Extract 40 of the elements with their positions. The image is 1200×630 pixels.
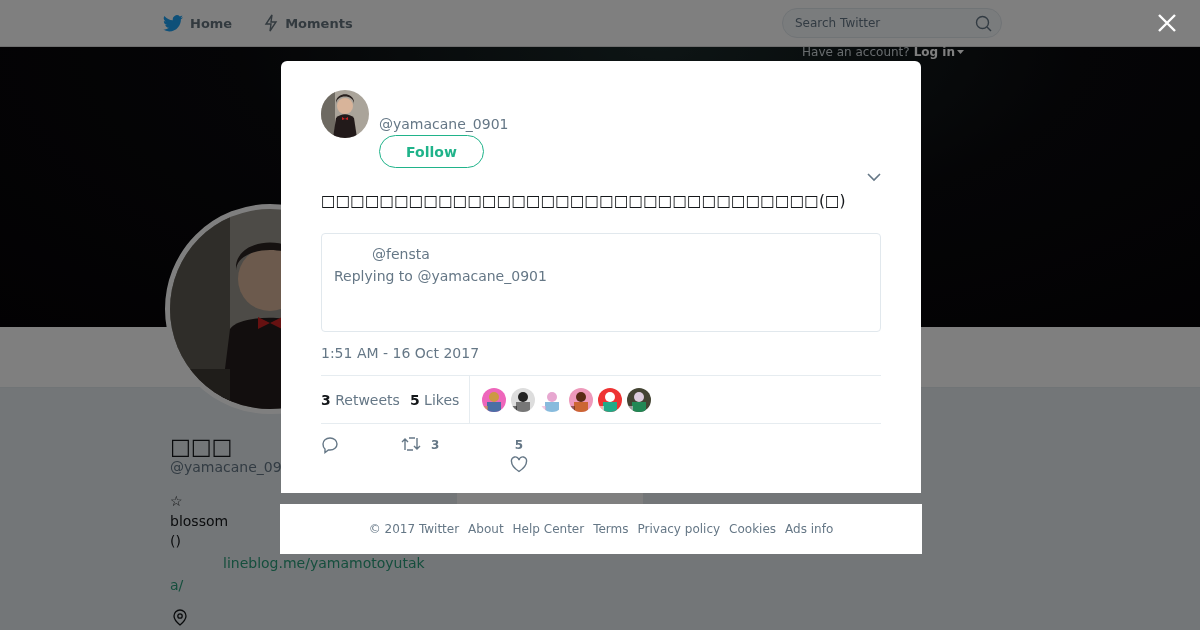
caret-icon[interactable] bbox=[957, 50, 964, 54]
bio-line: blossom bbox=[170, 512, 229, 531]
reply-icon[interactable] bbox=[321, 436, 339, 454]
footer-link[interactable]: Terms bbox=[593, 522, 629, 536]
tweet-text: □□□□□□□□□□□□□□□□□□□□□□□□□□□□□□□□□□(□) bbox=[321, 191, 847, 212]
bio-line: ☆ bbox=[170, 492, 183, 511]
footer-link[interactable]: About bbox=[468, 522, 504, 536]
nav-link[interactable]: Home bbox=[163, 14, 233, 32]
footer-link[interactable]: © 2017 Twitter bbox=[368, 522, 460, 536]
profile-name: □□□ bbox=[170, 434, 233, 459]
footer-link[interactable]: Privacy policy bbox=[637, 522, 721, 536]
footer-link[interactable]: Help Center bbox=[512, 522, 585, 536]
user-handle[interactable]: @yamacane_0901 bbox=[379, 116, 509, 132]
lightning-icon bbox=[264, 14, 279, 32]
nav-link[interactable]: Moments bbox=[264, 14, 353, 32]
stat-link[interactable]: 5 Likes bbox=[409, 391, 460, 408]
footer-link[interactable]: Ads info bbox=[785, 522, 834, 536]
action-count: 5 bbox=[514, 438, 524, 452]
profile-handle: @yamacane_09 bbox=[170, 459, 282, 475]
reply-context: Replying to @yamacane_0901 bbox=[334, 268, 548, 284]
quoted-handle: @fensta bbox=[371, 246, 431, 262]
timestamp: 1:51 AM - 16 Oct 2017 bbox=[321, 345, 481, 361]
account-prompt: Have an account? bbox=[802, 45, 910, 59]
location-icon bbox=[172, 609, 188, 626]
bird-icon bbox=[163, 14, 183, 32]
action-count: 3 bbox=[431, 438, 440, 452]
footer-link[interactable]: Cookies bbox=[729, 522, 777, 536]
follow-button[interactable]: Follow bbox=[379, 135, 484, 168]
retweet-icon[interactable] bbox=[401, 436, 421, 452]
nav-link-label[interactable]: Moments bbox=[285, 15, 353, 31]
heart-icon[interactable] bbox=[510, 456, 528, 473]
stat-link[interactable]: 3 Retweets bbox=[321, 391, 400, 408]
search-icon[interactable] bbox=[975, 15, 992, 32]
login-link[interactable]: Log in bbox=[913, 45, 964, 59]
quoted-tweet[interactable]: @fensta Replying to @yamacane_0901 bbox=[321, 233, 881, 332]
chevron-icon[interactable] bbox=[867, 173, 881, 182]
nav-link-label[interactable]: Home bbox=[190, 15, 233, 31]
bio-line: () bbox=[170, 532, 181, 551]
search-field[interactable]: Search Twitter bbox=[782, 8, 1002, 38]
close-icon[interactable] bbox=[1158, 14, 1176, 32]
